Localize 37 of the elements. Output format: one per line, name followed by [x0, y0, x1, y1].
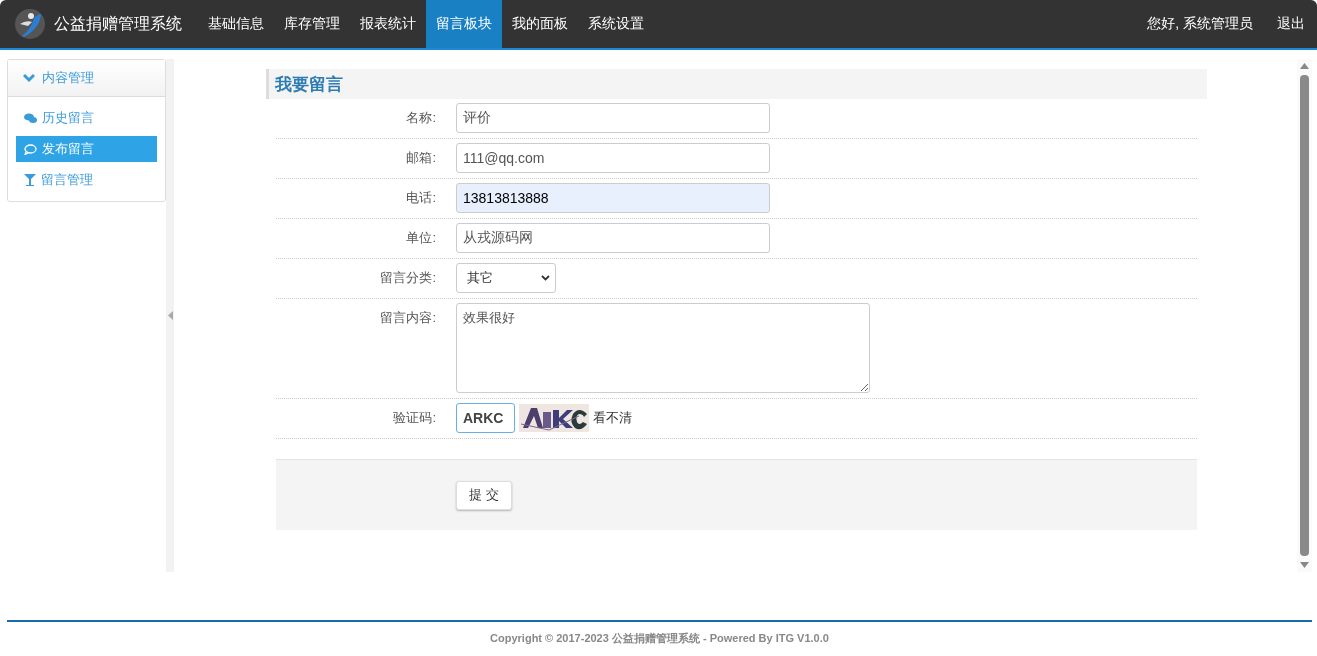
field-label: 验证码:: [392, 409, 437, 427]
caret-icon: [541, 275, 550, 281]
field-label: 名称:: [405, 109, 437, 127]
field-label: 邮箱:: [405, 149, 437, 167]
copyright-text: Copyright © 2017-2023 公益捐赠管理系统 - Powered By ITG V1.0.0: [490, 630, 829, 646]
category-dropdown[interactable]: 其它: [456, 263, 556, 293]
speech-bubble-icon: [24, 143, 37, 155]
message-textarea[interactable]: 效果很好: [456, 303, 870, 393]
app-title: 公益捐赠管理系统: [54, 13, 182, 34]
field-label: 留言分类:: [379, 269, 437, 287]
logo-icon: [14, 8, 46, 40]
field-label: 留言内容:: [379, 309, 437, 327]
input-field[interactable]: 从戎源码网: [456, 223, 770, 253]
user-greeting: 您好, 系统管理员: [1147, 15, 1253, 33]
input-field[interactable]: 评价: [456, 103, 770, 133]
form-title: 我要留言: [266, 69, 1207, 99]
field-label: 电话:: [405, 189, 437, 207]
input-field[interactable]: 13813813888: [456, 183, 770, 213]
nav-tab[interactable]: 库存管理: [274, 0, 350, 48]
logout-link[interactable]: 退出: [1277, 15, 1305, 33]
chat-icon: [24, 112, 37, 124]
filter-icon: [24, 174, 36, 186]
captcha-input[interactable]: ARKC: [456, 403, 515, 433]
nav-tab[interactable]: 报表统计: [350, 0, 426, 48]
chevron-icon: [23, 73, 35, 83]
refresh-captcha-link[interactable]: 看不清: [593, 409, 632, 427]
submit-button[interactable]: 提 交: [456, 480, 512, 510]
scroll-up-icon[interactable]: [1300, 63, 1309, 69]
field-label: 单位:: [405, 229, 437, 247]
collapse-arrow-icon[interactable]: [167, 311, 173, 320]
scrollbar[interactable]: [1297, 59, 1312, 572]
nav-tab[interactable]: 基础信息: [198, 0, 274, 48]
nav-tab[interactable]: 我的面板: [502, 0, 578, 48]
nav-tab[interactable]: 留言板块: [426, 0, 502, 48]
input-field[interactable]: 111@qq.com: [456, 143, 770, 173]
nav-tab[interactable]: 系统设置: [578, 0, 654, 48]
scroll-down-icon[interactable]: [1300, 562, 1309, 568]
